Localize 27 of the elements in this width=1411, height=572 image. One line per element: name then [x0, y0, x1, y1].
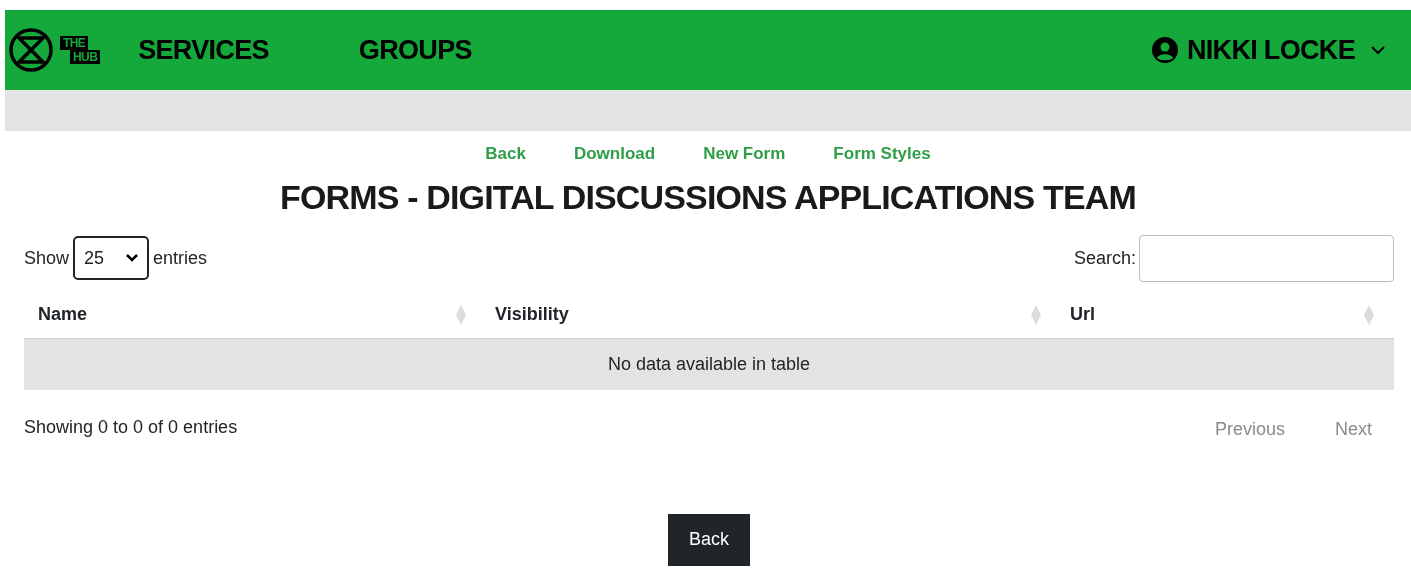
- page-link[interactable]: Form Styles: [833, 141, 931, 167]
- hourglass-logo-icon: [8, 27, 54, 73]
- column-header[interactable]: Url: [1056, 301, 1389, 328]
- entries-select[interactable]: 25: [73, 236, 150, 280]
- search-label: Search:: [1073, 246, 1136, 270]
- back-button[interactable]: Back: [668, 513, 750, 566]
- search-field[interactable]: [1139, 234, 1394, 282]
- sort-icon: [1030, 303, 1042, 326]
- column-header[interactable]: Name: [24, 301, 481, 328]
- column-header[interactable]: Visibility: [481, 301, 1056, 328]
- nav-link[interactable]: GROUPS: [358, 29, 472, 71]
- page-link[interactable]: Back: [485, 141, 526, 167]
- sort-icon: [1363, 303, 1375, 326]
- page-link[interactable]: New Form: [703, 141, 786, 167]
- page-title: FORMS - DIGITAL DISCUSSIONS APPLICATIONS TEAM: [279, 176, 1137, 218]
- user-menu[interactable]: NIKKI LOCKE: [1150, 29, 1385, 71]
- chevron-down-icon: [1371, 45, 1385, 55]
- user-circle-icon: [1150, 36, 1179, 64]
- entries-label: entries: [153, 246, 208, 270]
- page-link[interactable]: Download: [573, 141, 656, 167]
- nav-link[interactable]: SERVICES: [138, 29, 269, 71]
- table-info: Showing 0 to 0 of 0 entries: [24, 415, 238, 439]
- sort-icon: [455, 303, 467, 326]
- chevron-down-icon: [126, 254, 139, 262]
- show-label: Show: [24, 246, 70, 270]
- empty-message: No data available in table: [607, 352, 811, 376]
- hub-logo[interactable]: THE HUB: [60, 36, 101, 64]
